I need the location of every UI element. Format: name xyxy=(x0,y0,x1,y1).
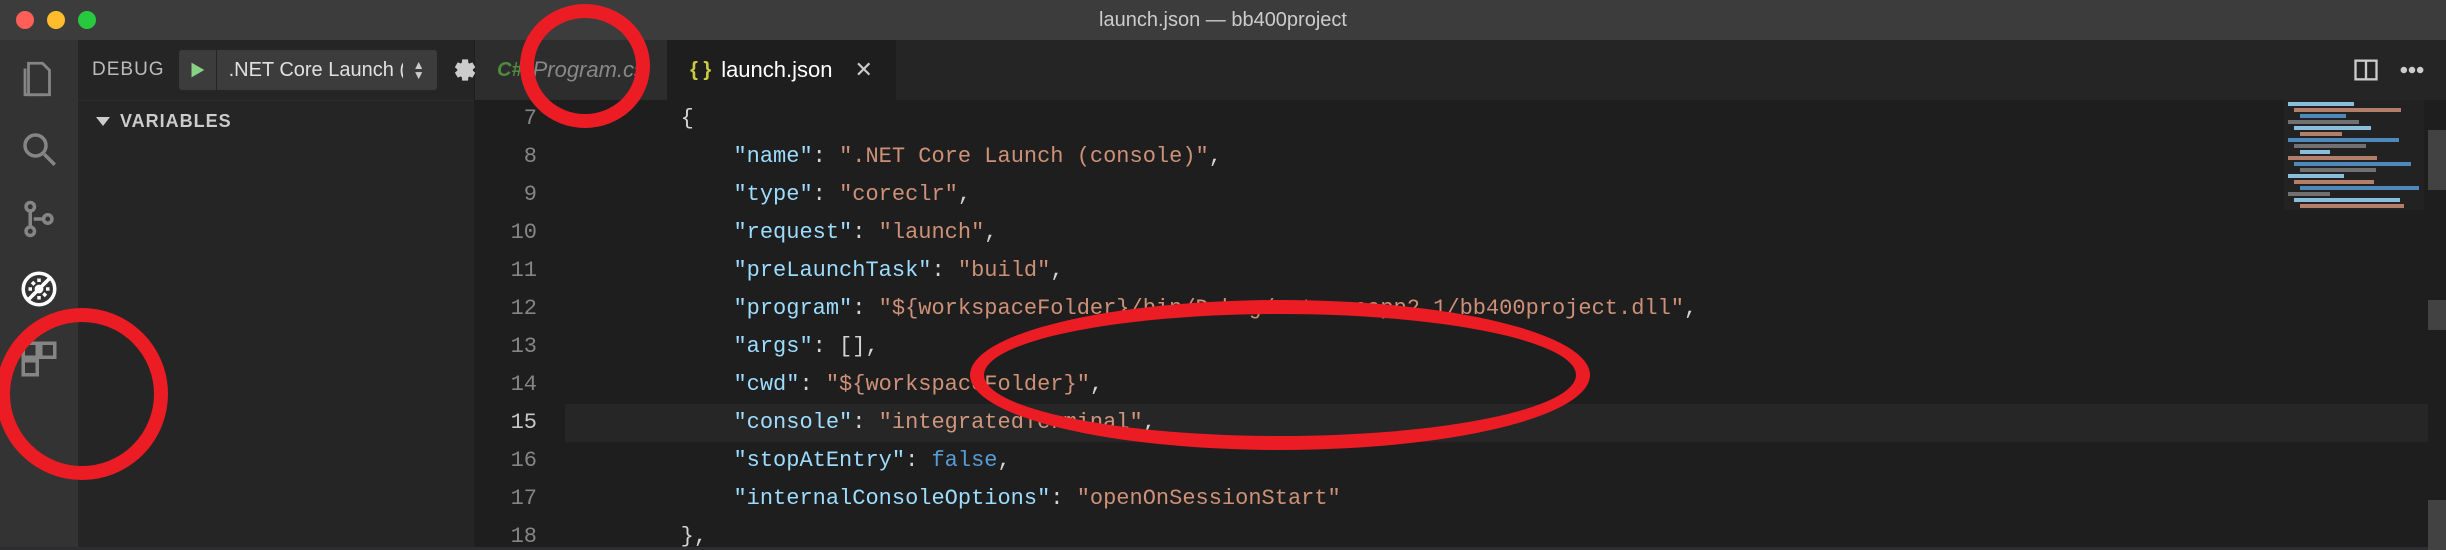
scroll-thumb[interactable] xyxy=(2428,300,2446,330)
window-title: launch.json — bb400project xyxy=(1099,9,1347,32)
activity-bar xyxy=(0,40,78,547)
line-number: 7 xyxy=(475,100,537,138)
search-icon[interactable] xyxy=(18,128,60,170)
editor-area: C# Program.cs { } launch.json ✕ 78910111… xyxy=(475,40,2446,547)
close-window-button[interactable] xyxy=(16,11,34,29)
variables-label: VARIABLES xyxy=(120,111,232,132)
scroll-thumb[interactable] xyxy=(2428,130,2446,190)
line-number: 9 xyxy=(475,176,537,214)
code-line[interactable]: "stopAtEntry": false, xyxy=(575,442,2446,480)
zoom-window-button[interactable] xyxy=(78,11,96,29)
line-number: 15 xyxy=(475,404,537,442)
more-actions-icon[interactable] xyxy=(2398,56,2426,84)
debug-label: DEBUG xyxy=(92,59,165,81)
debug-icon[interactable] xyxy=(18,268,60,310)
tab-launch-json[interactable]: { } launch.json ✕ xyxy=(668,40,896,100)
code-line[interactable]: "args": [], xyxy=(575,328,2446,366)
code-body[interactable]: { "name": ".NET Core Launch (console)", … xyxy=(565,100,2446,547)
traffic-lights xyxy=(16,11,96,29)
line-number: 14 xyxy=(475,366,537,404)
code-line[interactable]: { xyxy=(575,100,2446,138)
extensions-icon[interactable] xyxy=(18,338,60,380)
line-number: 12 xyxy=(475,290,537,328)
code-line[interactable]: "internalConsoleOptions": "openOnSession… xyxy=(575,480,2446,518)
debug-config-name: .NET Core Launch (console) xyxy=(229,59,403,82)
line-number-gutter: 789101112131415161718 xyxy=(475,100,565,547)
titlebar: launch.json — bb400project xyxy=(0,0,2446,40)
code-editor[interactable]: 789101112131415161718 { "name": ".NET Co… xyxy=(475,100,2446,547)
minimize-window-button[interactable] xyxy=(47,11,65,29)
code-line[interactable]: "program": "${workspaceFolder}/bin/Debug… xyxy=(575,290,2446,328)
line-number: 13 xyxy=(475,328,537,366)
csharp-file-icon: C# xyxy=(497,59,523,82)
json-file-icon: { } xyxy=(690,59,711,82)
tab-label: launch.json xyxy=(721,57,832,83)
debug-header: DEBUG .NET Core Launch (console) ▲▼ xyxy=(78,40,474,100)
collapse-icon xyxy=(96,117,110,126)
split-editor-icon[interactable] xyxy=(2352,56,2380,84)
code-line[interactable]: }, xyxy=(575,518,2446,547)
line-number: 18 xyxy=(475,518,537,547)
minimap[interactable] xyxy=(2284,100,2424,210)
tab-label: Program.cs xyxy=(533,57,645,83)
current-line-highlight xyxy=(565,404,2446,442)
code-line[interactable]: "type": "coreclr", xyxy=(575,176,2446,214)
line-number: 17 xyxy=(475,480,537,518)
source-control-icon[interactable] xyxy=(18,198,60,240)
line-number: 10 xyxy=(475,214,537,252)
code-line[interactable]: "preLaunchTask": "build", xyxy=(575,252,2446,290)
variables-section-header[interactable]: VARIABLES xyxy=(78,100,474,142)
line-number: 11 xyxy=(475,252,537,290)
debug-config-select[interactable]: .NET Core Launch (console) ▲▼ xyxy=(217,50,437,90)
code-line[interactable]: "request": "launch", xyxy=(575,214,2446,252)
close-tab-icon[interactable]: ✕ xyxy=(855,57,873,83)
code-line[interactable]: "name": ".NET Core Launch (console)", xyxy=(575,138,2446,176)
code-line[interactable]: "cwd": "${workspaceFolder}", xyxy=(575,366,2446,404)
line-number: 8 xyxy=(475,138,537,176)
overview-ruler[interactable] xyxy=(2428,100,2446,547)
line-number: 16 xyxy=(475,442,537,480)
tab-bar: C# Program.cs { } launch.json ✕ xyxy=(475,40,2446,100)
settings-gear-icon[interactable] xyxy=(451,53,477,87)
scroll-thumb[interactable] xyxy=(2428,500,2446,550)
debug-sidebar: DEBUG .NET Core Launch (console) ▲▼ VARI… xyxy=(78,40,475,547)
explorer-icon[interactable] xyxy=(18,58,60,100)
select-updown-icon: ▲▼ xyxy=(413,60,425,80)
tab-program-cs[interactable]: C# Program.cs xyxy=(475,40,668,100)
start-debug-button[interactable] xyxy=(179,50,217,90)
